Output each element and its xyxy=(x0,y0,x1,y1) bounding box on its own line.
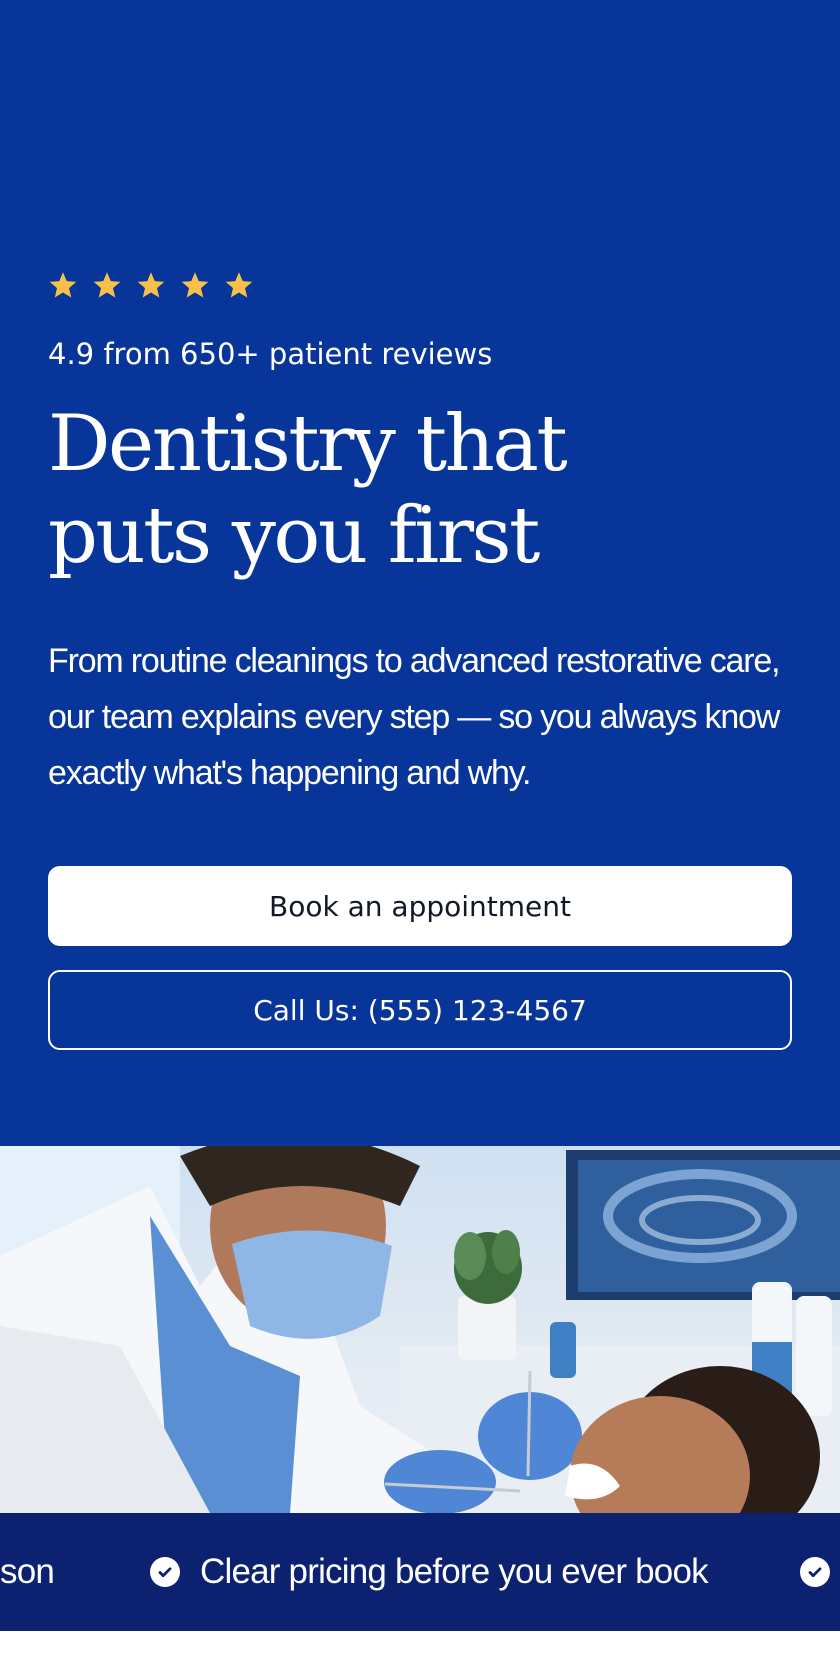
book-appointment-button[interactable]: Book an appointment xyxy=(48,866,792,946)
star-icon xyxy=(181,272,209,298)
dentist-examining-patient-image xyxy=(0,1146,840,1513)
ticker-item: son xyxy=(0,1513,55,1631)
rating-stars xyxy=(48,270,254,300)
hero-subtitle: From routine cleanings to advanced resto… xyxy=(48,642,781,792)
star-icon xyxy=(225,272,253,298)
page-title: Dentistry that puts you first xyxy=(48,398,768,582)
star-icon xyxy=(137,272,165,298)
ticker-item-label: Clear pricing before you ever book xyxy=(200,1552,709,1591)
clinic-illustration xyxy=(0,1146,840,1513)
ticker-item-label: son xyxy=(0,1552,55,1591)
headline-line-2: puts you first xyxy=(48,491,540,581)
rating-text: 4.9 from 650+ patient reviews xyxy=(48,337,493,371)
ticker-item: Clear pricing before you ever book xyxy=(150,1513,709,1631)
hero-section: 4.9 from 650+ patient reviews Dentistry … xyxy=(0,0,840,1146)
star-icon xyxy=(93,272,121,298)
check-circle-icon xyxy=(800,1557,830,1587)
ticker-item xyxy=(800,1513,830,1631)
call-us-button[interactable]: Call Us: (555) 123-4567 xyxy=(48,970,792,1050)
check-circle-icon xyxy=(150,1557,180,1587)
feature-ticker: son Clear pricing before you ever book xyxy=(0,1513,840,1631)
headline-line-1: Dentistry that xyxy=(48,399,568,489)
star-icon xyxy=(49,272,77,298)
